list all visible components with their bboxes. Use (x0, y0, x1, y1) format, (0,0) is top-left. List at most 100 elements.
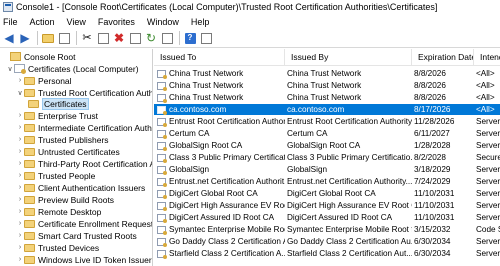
tree-item-certificates-local[interactable]: ∨ Certificates (Local Computer) (6, 63, 139, 74)
table-row[interactable]: Certum CA Certum CA 6/11/2027 Server (154, 128, 500, 139)
issued-to-text: Entrust.net Certification Authorit... (169, 177, 285, 186)
issued-to-text: China Trust Network (169, 93, 244, 102)
issued-to-text: DigiCert Assured ID Root CA (169, 213, 275, 222)
back-arrow-icon[interactable]: ◀ (2, 31, 16, 45)
tree-item-trusted-root[interactable]: ∨ Trusted Root Certification Author (16, 87, 152, 98)
copy-icon[interactable] (96, 31, 110, 45)
help-icon[interactable]: ? (183, 31, 197, 45)
cell-expiration-date: 6/11/2027 (414, 129, 450, 138)
menu-action[interactable]: Action (24, 17, 61, 27)
chevron-right-icon[interactable]: › (16, 232, 24, 239)
table-row[interactable]: Entrust Root Certification Authori... Ent… (154, 116, 500, 127)
tree-item-personal[interactable]: › Personal (16, 75, 72, 86)
tree-item-trusted-publishers[interactable]: › Trusted Publishers (16, 134, 109, 145)
tree-item-label: Third-Party Root Certification Aut (38, 158, 153, 169)
chevron-right-icon[interactable]: › (16, 160, 24, 167)
chevron-right-icon[interactable]: › (16, 244, 24, 251)
tree-item-client-auth[interactable]: › Client Authentication Issuers (16, 182, 145, 193)
chevron-right-icon[interactable]: › (16, 208, 24, 215)
table-row[interactable]: Symantec Enterprise Mobile Root ...Syman… (154, 224, 500, 235)
certificate-icon (157, 93, 167, 103)
chevron-down-icon[interactable]: ∨ (6, 65, 14, 73)
up-folder-icon[interactable] (41, 31, 55, 45)
table-row[interactable]: Entrust.net Certification Authorit... Ent… (154, 176, 500, 187)
chevron-right-icon[interactable]: › (16, 124, 24, 131)
menu-favorites[interactable]: Favorites (92, 17, 141, 27)
issued-to-text: DigiCert Global Root CA (169, 189, 258, 198)
tree-item-live-id[interactable]: › Windows Live ID Token Issuer (16, 254, 152, 265)
table-row[interactable]: Class 3 Public Primary Certificat... Clas… (154, 152, 500, 163)
tree-item-trusted-people[interactable]: › Trusted People (16, 170, 96, 181)
chevron-right-icon[interactable]: › (16, 184, 24, 191)
tree-item-label: Certificate Enrollment Requests (38, 218, 153, 229)
issued-to-text: GlobalSign Root CA (169, 141, 243, 150)
tree-item-label: Preview Build Roots (38, 194, 115, 205)
table-row[interactable]: DigiCert Assured ID Root CA DigiCert Assu… (154, 212, 500, 223)
table-row[interactable]: GlobalSign GlobalSign 3/18/2029 Server (154, 164, 500, 175)
tree-item-console-root[interactable]: Console Root (2, 51, 76, 62)
table-row[interactable]: China Trust Network China Trust Network 8/… (154, 68, 500, 79)
table-row[interactable]: GlobalSign Root CA GlobalSign Root CA 1/28… (154, 140, 500, 151)
table-row[interactable]: China Trust Network China Trust Network 8/… (154, 92, 500, 103)
chevron-down-icon[interactable]: ∨ (16, 89, 24, 97)
chevron-right-icon[interactable]: › (16, 112, 24, 119)
cell-expiration-date: 11/28/2026 (414, 117, 455, 126)
issued-to-text: Class 3 Public Primary Certificat... (169, 153, 285, 162)
certificate-icon (157, 177, 167, 187)
delete-icon[interactable]: ✖ (112, 31, 126, 45)
table-row[interactable]: ca.contoso.com ca.contoso.com 8/17/2026 <Al… (154, 104, 500, 115)
cell-issued-by: Symantec Enterprise Mobile Root f... (287, 225, 412, 234)
cell-issued-by: Class 3 Public Primary Certificatio... (287, 153, 412, 162)
chevron-right-icon[interactable]: › (16, 77, 24, 84)
chevron-right-icon[interactable]: › (16, 220, 24, 227)
cert-store-icon (14, 64, 26, 74)
table-row[interactable]: Starfield Class 2 Certification A... Star… (154, 248, 500, 259)
tree-item-certificates[interactable]: Certificates (28, 97, 89, 110)
menu-window[interactable]: Window (141, 17, 185, 27)
refresh-icon[interactable]: ↻ (144, 31, 158, 45)
chevron-right-icon[interactable]: › (16, 256, 24, 263)
table-row[interactable]: China Trust Network China Trust Network 8/… (154, 80, 500, 91)
menu-view[interactable]: View (61, 17, 92, 27)
tree-item-smart-card[interactable]: › Smart Card Trusted Roots (16, 230, 137, 241)
tree-item-intermediate[interactable]: › Intermediate Certification Author (16, 122, 152, 133)
tree-item-enrollment-requests[interactable]: › Certificate Enrollment Requests (16, 218, 153, 229)
column-issued-by[interactable]: Issued By (285, 49, 412, 66)
toolbar-separator (37, 31, 38, 45)
cell-intended-purposes: <All> (476, 69, 495, 78)
action-pane-icon[interactable] (199, 31, 213, 45)
tree-item-enterprise-trust[interactable]: › Enterprise Trust (16, 110, 98, 121)
show-hide-tree-icon[interactable] (57, 31, 71, 45)
table-row[interactable]: DigiCert Global Root CA DigiCert Global R… (154, 188, 500, 199)
chevron-right-icon[interactable]: › (16, 196, 24, 203)
tree-item-trusted-devices[interactable]: › Trusted Devices (16, 242, 99, 253)
column-expiration-date[interactable]: Expiration Date (412, 49, 474, 66)
tree-item-preview-build[interactable]: › Preview Build Roots (16, 194, 114, 205)
issued-to-text: Starfield Class 2 Certification A... (169, 249, 285, 258)
tree-item-third-party-root[interactable]: › Third-Party Root Certification Aut (16, 158, 153, 169)
cell-expiration-date: 6/30/2034 (414, 249, 451, 258)
export-icon[interactable] (160, 31, 174, 45)
properties-icon[interactable] (128, 31, 142, 45)
folder-icon (24, 183, 35, 192)
column-issued-to[interactable]: Issued To (154, 49, 285, 66)
menu-help[interactable]: Help (185, 17, 216, 27)
tree-item-untrusted[interactable]: › Untrusted Certificates (16, 146, 120, 157)
forward-arrow-icon[interactable]: ▶ (18, 31, 32, 45)
tree-item-label: Remote Desktop (38, 206, 102, 217)
chevron-right-icon[interactable]: › (16, 172, 24, 179)
menu-file[interactable]: File (0, 17, 24, 27)
table-row[interactable]: Go Daddy Class 2 Certification A... Go Da… (154, 236, 500, 247)
folder-icon (24, 219, 35, 228)
cell-intended-purposes: Server (476, 177, 500, 186)
table-row[interactable]: DigiCert High Assurance EV Root ...DigiC… (154, 200, 500, 211)
cell-issued-by: GlobalSign (287, 165, 328, 174)
tree-item-remote-desktop[interactable]: › Remote Desktop (16, 206, 101, 217)
column-intended-purposes[interactable]: Intende (474, 49, 500, 66)
cell-intended-purposes: <All> (476, 93, 495, 102)
cut-icon[interactable]: ✂ (80, 31, 94, 45)
chevron-right-icon[interactable]: › (16, 148, 24, 155)
certificate-icon (157, 201, 167, 211)
chevron-right-icon[interactable]: › (16, 136, 24, 143)
cell-intended-purposes: Code Si (476, 225, 500, 234)
